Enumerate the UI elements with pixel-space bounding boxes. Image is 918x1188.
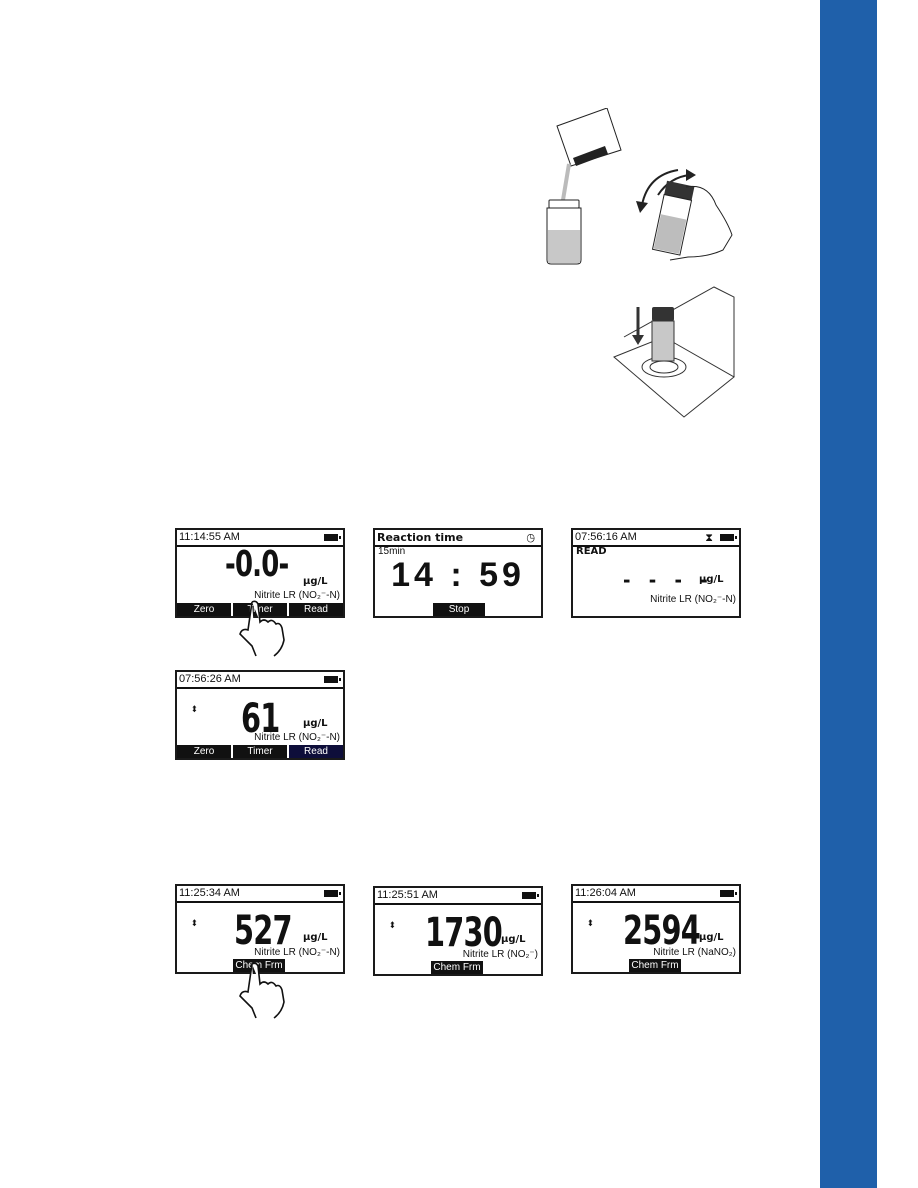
down-arrow-icon: [632, 307, 644, 345]
zero-softkey[interactable]: Zero: [177, 603, 231, 616]
method-name: Nitrite LR (NO₂⁻-N): [254, 947, 340, 958]
battery-icon: [324, 890, 341, 897]
scroll-arrows-icon: ⬍: [389, 921, 396, 931]
countdown-value: 14 : 59: [391, 556, 525, 594]
shaken-vial-icon: [651, 180, 695, 256]
screen-time: 11:26:04 AM: [573, 886, 739, 903]
reagent-packet-icon: [556, 108, 622, 167]
reading-unit: µg/L: [303, 718, 328, 729]
scroll-arrows-icon: ⬍: [191, 919, 198, 929]
clock-icon: ◷: [526, 531, 535, 544]
battery-icon: [720, 890, 737, 897]
reading-unit: µg/L: [303, 576, 328, 587]
cuvette-icon: [651, 307, 675, 362]
page-sidebar-band: [820, 0, 877, 1188]
timer-softkey[interactable]: Timer: [233, 745, 287, 758]
method-name: Nitrite LR (NaNO₂): [653, 947, 736, 958]
softkey-bar: Zero Timer Read: [177, 745, 343, 758]
reading-value: -0.0-: [225, 544, 289, 585]
pour-reagent-illustration: [546, 108, 622, 265]
chem-form-softkey[interactable]: Chem Frm: [629, 959, 681, 972]
screen-time: 11:25:34 AM: [177, 886, 343, 903]
method-name: Nitrite LR (NO₂⁻-N): [650, 594, 736, 605]
scroll-arrows-icon: ⬍: [191, 705, 198, 715]
read-status: READ: [576, 546, 607, 557]
screen-time: 07:56:16 AM: [573, 530, 739, 547]
battery-icon: [324, 534, 341, 541]
scroll-arrows-icon: ⬍: [587, 919, 594, 929]
screen-time: 11:25:51 AM: [375, 888, 541, 905]
method-name: Nitrite LR (NO₂⁻): [462, 949, 538, 960]
battery-icon: [522, 892, 539, 899]
hourglass-icon: ⧗: [705, 531, 713, 544]
reading-unit: µg/L: [303, 932, 328, 943]
screen-title: Reaction time: [375, 530, 541, 547]
battery-icon: [720, 534, 737, 541]
chem-form-softkey[interactable]: Chem Frm: [431, 961, 483, 974]
sample-vial-icon: [546, 199, 582, 265]
meter-screen-chem-form-3: 11:26:04 AM ⬍ 2594 µg/L Nitrite LR (NaNO…: [571, 884, 741, 974]
meter-screen-chem-form-2: 11:25:51 AM ⬍ 1730 µg/L Nitrite LR (NO₂⁻…: [373, 886, 543, 976]
screen-time: 07:56:26 AM: [177, 672, 343, 689]
reading-unit: µg/L: [501, 934, 526, 945]
zero-softkey[interactable]: Zero: [177, 745, 231, 758]
meter-screen-reading: 07:56:16 AM ⧗ READ - - - - µg/L Nitrite …: [571, 528, 741, 618]
stop-softkey[interactable]: Stop: [433, 603, 485, 616]
reading-unit: µg/L: [699, 932, 724, 943]
invert-vial-illustration: [636, 169, 733, 261]
meter-screen-chem-form-1: 11:25:34 AM ⬍ 527 µg/L Nitrite LR (NO₂⁻-…: [175, 884, 345, 974]
meter-screen-result: 07:56:26 AM ⬍ 61 µg/L Nitrite LR (NO₂⁻-N…: [175, 670, 345, 760]
pointing-hand-icon: [239, 600, 285, 657]
meter-screen-timer: Reaction time ◷ 15min 14 : 59 Stop: [373, 528, 543, 618]
battery-icon: [324, 676, 341, 683]
read-softkey[interactable]: Read: [289, 745, 343, 758]
method-name: Nitrite LR (NO₂⁻-N): [254, 732, 340, 743]
reading-unit: µg/L: [699, 574, 724, 585]
insert-vial-illustration: [613, 286, 735, 418]
read-softkey[interactable]: Read: [289, 603, 343, 616]
pointing-hand-icon: [239, 962, 285, 1019]
